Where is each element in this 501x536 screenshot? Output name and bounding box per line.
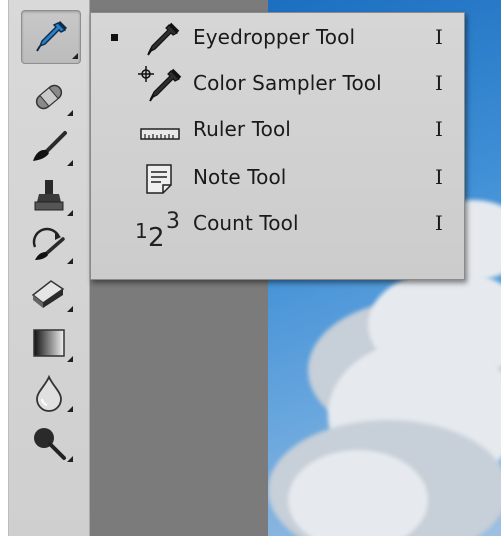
blur-tool-button[interactable] — [23, 370, 75, 416]
gradient-tool-button[interactable] — [23, 320, 75, 366]
dodge-icon — [34, 428, 66, 460]
healing-brush-tool-button[interactable] — [23, 74, 75, 120]
menu-item-label: Count Tool — [193, 211, 299, 235]
menu-item-note-tool[interactable]: Note Tool I — [91, 155, 464, 201]
menu-item-shortcut: I — [435, 71, 443, 95]
brush-icon — [33, 131, 67, 161]
dodge-tool-button[interactable] — [23, 420, 75, 466]
history-brush-tool-button[interactable] — [23, 222, 75, 268]
menu-item-ruler-tool[interactable]: Ruler Tool I — [91, 107, 464, 153]
color-sampler-icon — [138, 66, 182, 102]
count-icon: 1 2 3 — [135, 209, 180, 253]
menu-item-label: Color Sampler Tool — [193, 71, 382, 95]
eyedropper-tool-button[interactable] — [21, 10, 81, 64]
note-icon — [146, 164, 172, 194]
menu-item-count-tool[interactable]: 1 2 3 Count Tool I — [91, 201, 464, 253]
menu-item-shortcut: I — [435, 165, 443, 189]
menu-item-shortcut: I — [435, 211, 443, 235]
menu-item-shortcut: I — [435, 117, 443, 141]
gradient-icon — [33, 329, 65, 357]
menu-item-shortcut: I — [435, 25, 443, 49]
healing-brush-icon — [35, 84, 63, 110]
menu-item-label: Note Tool — [193, 165, 287, 189]
flyout-indicator — [67, 406, 73, 412]
clone-stamp-tool-button[interactable] — [23, 174, 75, 220]
eyedropper-icon — [147, 22, 180, 56]
menu-item-label: Eyedropper Tool — [193, 25, 356, 49]
history-brush-icon — [32, 227, 65, 260]
menu-item-label: Ruler Tool — [193, 117, 291, 141]
ruler-icon — [140, 128, 180, 140]
menu-item-color-sampler-tool[interactable]: Color Sampler Tool I — [91, 61, 464, 107]
menu-item-eyedropper-tool[interactable]: Eyedropper Tool I — [91, 15, 464, 61]
selected-bullet — [111, 34, 118, 41]
clone-stamp-icon — [34, 180, 64, 211]
flyout-indicator — [67, 456, 73, 462]
eraser-tool-button[interactable] — [23, 270, 75, 316]
flyout-indicator — [67, 160, 73, 166]
eyedropper-flyout-menu: Eyedropper Tool I Color Sampler Tool I R… — [90, 12, 465, 280]
flyout-indicator — [67, 306, 73, 312]
blur-drop-icon — [36, 374, 62, 412]
flyout-indicator — [67, 110, 73, 116]
tools-panel — [8, 0, 90, 536]
flyout-indicator — [72, 53, 78, 59]
flyout-indicator — [67, 258, 73, 264]
eraser-icon — [31, 280, 65, 308]
flyout-indicator — [67, 210, 73, 216]
flyout-indicator — [67, 356, 73, 362]
eyedropper-icon — [36, 20, 68, 52]
brush-tool-button[interactable] — [23, 124, 75, 170]
